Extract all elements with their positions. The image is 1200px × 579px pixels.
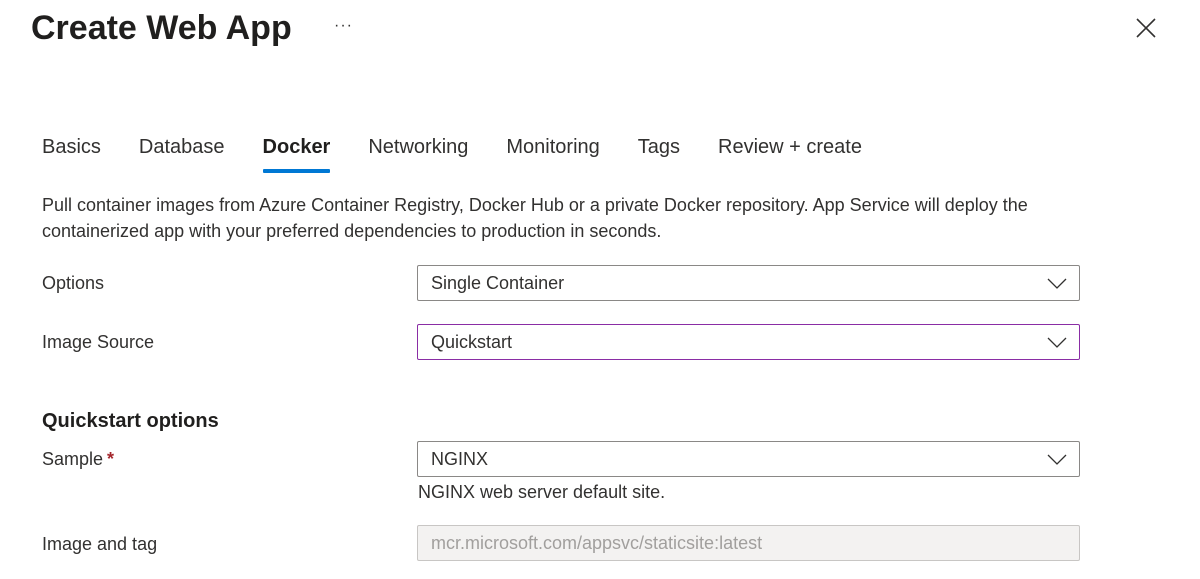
- sample-helper-text: NGINX web server default site.: [418, 482, 666, 502]
- tab-monitoring[interactable]: Monitoring: [506, 133, 599, 173]
- sample-label: Sample *: [42, 447, 114, 471]
- sample-selected-value: NGINX: [431, 448, 489, 469]
- quickstart-options-heading: Quickstart options: [42, 410, 219, 432]
- docker-description: Pull container images from Azure Contain…: [42, 195, 1028, 241]
- tab-docker[interactable]: Docker: [262, 133, 330, 173]
- tab-tags[interactable]: Tags: [638, 133, 680, 173]
- tab-database[interactable]: Database: [139, 133, 225, 173]
- chevron-down-icon: [1047, 278, 1067, 289]
- image-source-dropdown[interactable]: Quickstart: [417, 324, 1080, 360]
- tab-networking[interactable]: Networking: [368, 133, 468, 173]
- required-marker: *: [107, 449, 115, 469]
- tab-review-create[interactable]: Review + create: [718, 133, 862, 173]
- options-selected-value: Single Container: [431, 272, 565, 293]
- close-icon: [1136, 18, 1156, 38]
- wizard-tabs: Basics Database Docker Networking Monito…: [42, 133, 900, 173]
- chevron-down-icon: [1047, 337, 1067, 348]
- tab-basics[interactable]: Basics: [42, 133, 101, 173]
- create-web-app-blade: Create Web App ··· Basics Database Docke…: [0, 0, 1200, 579]
- close-button[interactable]: [1134, 16, 1158, 40]
- sample-dropdown[interactable]: NGINX: [417, 441, 1080, 477]
- options-label: Options: [42, 273, 105, 293]
- image-and-tag-label: Image and tag: [42, 534, 158, 554]
- sample-label-text: Sample: [42, 449, 104, 469]
- page-title: Create Web App: [31, 9, 292, 47]
- image-and-tag-input: [417, 525, 1080, 561]
- chevron-down-icon: [1047, 454, 1067, 465]
- options-dropdown[interactable]: Single Container: [417, 265, 1080, 301]
- more-options-button[interactable]: ···: [334, 16, 353, 36]
- image-source-selected-value: Quickstart: [431, 331, 513, 352]
- image-source-label: Image Source: [42, 332, 155, 352]
